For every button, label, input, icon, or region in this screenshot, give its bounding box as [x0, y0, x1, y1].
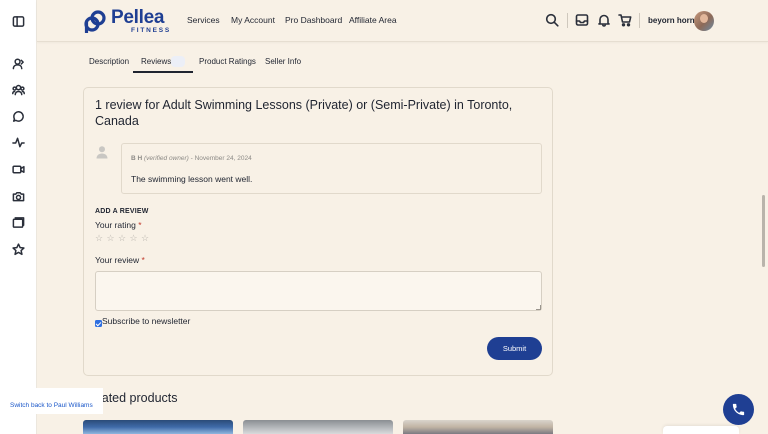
chat-icon[interactable]: [12, 110, 25, 123]
tab-reviews[interactable]: Reviews: [141, 57, 171, 66]
user-icon[interactable]: [12, 57, 25, 70]
required-marker: *: [141, 255, 145, 265]
subscribe-label[interactable]: Subscribe to newsletter: [102, 316, 190, 326]
logo-tagline: FITNESS: [131, 26, 172, 34]
sidebar-toggle-icon[interactable]: [12, 15, 25, 28]
phone-icon: [732, 403, 745, 416]
reviews-title: 1 review for Adult Swimming Lessons (Pri…: [95, 98, 513, 128]
tab-product-ratings[interactable]: Product Ratings: [199, 57, 256, 66]
gallery-icon[interactable]: [12, 216, 25, 229]
nav-pro-dashboard[interactable]: Pro Dashboard: [285, 15, 342, 25]
rating-star-4-icon[interactable]: ☆: [130, 234, 139, 243]
review-text: The swimming lesson went well.: [131, 174, 253, 184]
activity-icon[interactable]: [12, 136, 25, 149]
review-comment: [121, 143, 542, 194]
related-product-image[interactable]: [83, 420, 233, 434]
switch-user-bar: [0, 388, 103, 414]
video-icon[interactable]: [12, 163, 25, 176]
left-icon-rail: [0, 0, 37, 434]
nav-services[interactable]: Services: [187, 15, 220, 25]
pellea-logo[interactable]: Pellea FITNESS: [84, 6, 172, 34]
review-meta: B H (verified owner) - November 24, 2024: [131, 155, 252, 162]
group-icon[interactable]: [12, 83, 25, 96]
nav-my-account[interactable]: My Account: [231, 15, 275, 25]
rating-star-2-icon[interactable]: ☆: [107, 234, 116, 243]
avatar[interactable]: [694, 11, 714, 31]
review-label: Your review *: [95, 255, 145, 265]
required-marker: *: [138, 220, 142, 230]
rating-stars: ☆ ☆ ☆ ☆ ☆: [95, 234, 150, 243]
reviewer-avatar-icon: [96, 146, 108, 159]
review-textarea[interactable]: [95, 271, 542, 311]
review-label-text: Your review: [95, 255, 140, 265]
star-icon[interactable]: [12, 243, 25, 256]
reviews-panel: [83, 87, 553, 376]
cart-icon[interactable]: [618, 13, 632, 27]
logo-name: Pellea: [111, 6, 165, 28]
top-header: Pellea FITNESS Services My Account Pro D…: [37, 0, 768, 42]
submit-button[interactable]: Submit: [487, 337, 542, 360]
header-divider: [639, 13, 640, 28]
user-name[interactable]: beyorn horn: [648, 16, 695, 25]
header-divider: [567, 13, 568, 28]
pellea-logo-mark-icon: [84, 10, 106, 33]
review-author: B H: [131, 155, 143, 162]
page-scrollbar[interactable]: [762, 195, 765, 267]
resize-handle-icon[interactable]: [536, 305, 541, 310]
call-button[interactable]: [723, 394, 754, 425]
related-product-image[interactable]: [243, 420, 393, 434]
related-product-image[interactable]: [403, 420, 553, 434]
camera-icon[interactable]: [12, 190, 25, 203]
review-count-badge: [171, 56, 185, 67]
tab-seller-info[interactable]: Seller Info: [265, 57, 301, 66]
tab-description[interactable]: Description: [89, 57, 129, 66]
review-date: - November 24, 2024: [190, 155, 252, 162]
chat-widget-card[interactable]: [663, 426, 739, 434]
rating-star-3-icon[interactable]: ☆: [118, 234, 127, 243]
bell-icon[interactable]: [597, 13, 611, 27]
rating-star-1-icon[interactable]: ☆: [95, 234, 104, 243]
rating-label-text: Your rating: [95, 220, 136, 230]
add-review-heading: ADD A REVIEW: [95, 208, 149, 215]
switch-back-link[interactable]: Switch back to Paul Williams: [10, 402, 93, 409]
nav-affiliate-area[interactable]: Affiliate Area: [349, 15, 397, 25]
inbox-icon[interactable]: [575, 13, 589, 27]
rating-label: Your rating *: [95, 220, 142, 230]
subscribe-checkbox[interactable]: [95, 320, 102, 327]
rating-star-5-icon[interactable]: ☆: [141, 234, 150, 243]
search-icon[interactable]: [545, 13, 559, 27]
active-tab-indicator: [133, 71, 193, 73]
verified-owner-label: (verified owner): [144, 155, 189, 162]
